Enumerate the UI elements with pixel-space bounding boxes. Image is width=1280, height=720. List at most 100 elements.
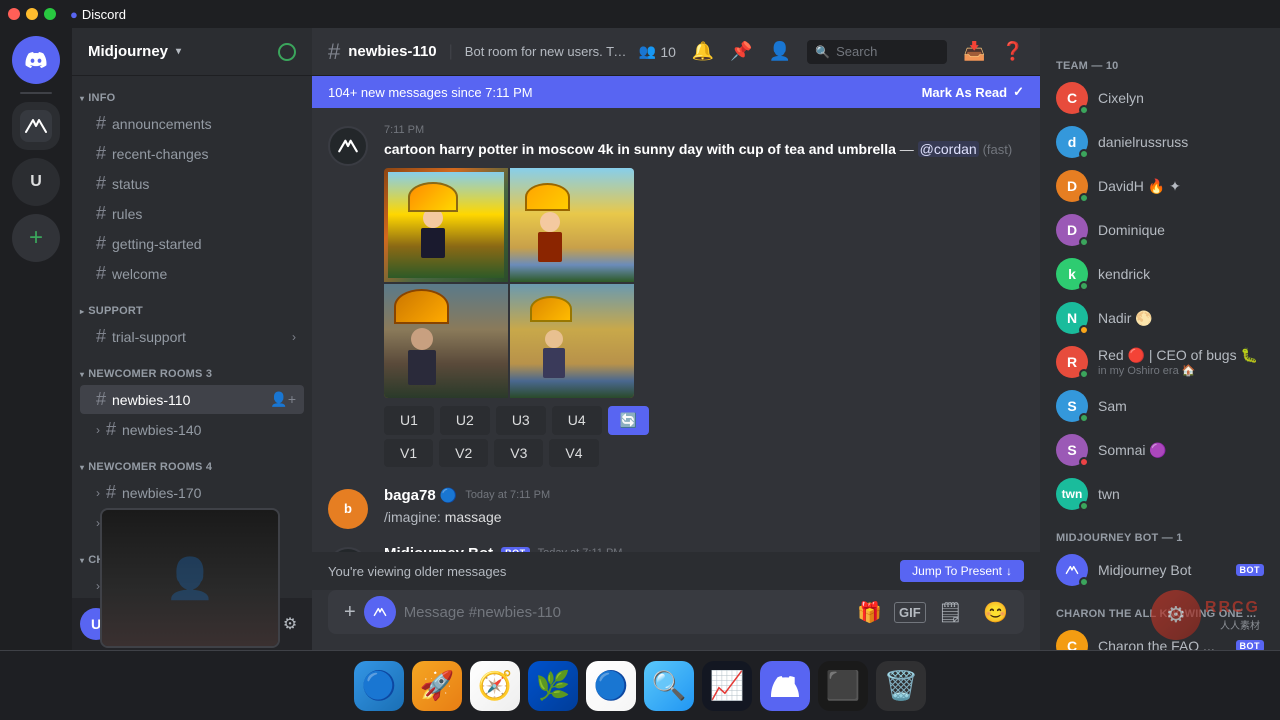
upscale-1-button[interactable]: U1 [384, 406, 434, 435]
image-cell-2[interactable] [510, 168, 634, 282]
minimize-button[interactable] [26, 8, 38, 20]
online-dot-sam [1079, 413, 1089, 423]
maximize-button[interactable] [44, 8, 56, 20]
dock-screen-recorder[interactable]: ⬛ [818, 661, 868, 711]
mark-as-read-button[interactable]: Mark As Read ✓ [922, 84, 1024, 100]
upscale-2-button[interactable]: U2 [440, 406, 490, 435]
server-icon-u[interactable]: U [12, 158, 60, 206]
category-newcomer-3[interactable]: ▾ NEWCOMER ROOMS 3 [72, 352, 312, 384]
refresh-button[interactable]: 🔄 [608, 406, 649, 435]
channel-welcome[interactable]: # welcome [80, 259, 304, 288]
upscale-4-button[interactable]: U4 [552, 406, 602, 435]
category-info-triangle: ▾ [80, 94, 84, 103]
channel-name-trial-support: trial-support [112, 329, 186, 345]
member-kendrick[interactable]: k kendrick [1048, 252, 1272, 296]
member-dominique[interactable]: D Dominique [1048, 208, 1272, 252]
channel-rules[interactable]: # rules [80, 199, 304, 228]
add-server-button[interactable]: + [12, 214, 60, 262]
member-count-label: 10 [660, 44, 676, 60]
sticker-icon[interactable]: 🗒 [930, 592, 971, 633]
dock-trash[interactable]: 🗑️ [876, 661, 926, 711]
member-danielrussruss[interactable]: d danielrussruss [1048, 120, 1272, 164]
member-twn[interactable]: twn twn [1048, 472, 1272, 516]
input-action-buttons: 🎁 GIF 🗒 😊 [849, 592, 1016, 633]
upscale-3-button[interactable]: U3 [496, 406, 546, 435]
dock-launchpad[interactable]: 🚀 [412, 661, 462, 711]
channel-name-newbies-170: newbies-170 [122, 485, 201, 501]
settings-button[interactable]: ⚙ [276, 610, 304, 638]
online-dot-mj-bot [1079, 577, 1089, 587]
member-cixelyn[interactable]: C Cixelyn [1048, 76, 1272, 120]
server-name-header[interactable]: Midjourney ▾ [72, 28, 312, 76]
dock-finder[interactable]: 🔵 [354, 661, 404, 711]
channel-newbies-140[interactable]: › # newbies-140 [80, 415, 304, 444]
close-button[interactable] [8, 8, 20, 20]
member-sam[interactable]: S Sam [1048, 384, 1272, 428]
dock-tradingview[interactable]: 📈 [702, 661, 752, 711]
arrow-right-icon: › [96, 423, 100, 437]
category-info[interactable]: ▾ INFO [72, 76, 312, 108]
category-newcomer4-triangle: ▾ [80, 463, 84, 472]
dock-search[interactable]: 🔍 [644, 661, 694, 711]
add-user-icon[interactable]: 👤+ [270, 391, 296, 408]
variation-1-button[interactable]: V1 [384, 439, 433, 467]
image-cell-4[interactable] [510, 284, 634, 398]
header-actions: 👥 10 🔔 📌 👤 🔍 📥 ❓ [639, 40, 1024, 64]
jump-to-present-button[interactable]: Jump To Present ↓ [900, 560, 1024, 582]
variation-4-button[interactable]: V4 [549, 439, 598, 467]
member-midjourney-bot[interactable]: Midjourney Bot BOT [1048, 548, 1272, 592]
channel-name-welcome: welcome [112, 266, 167, 282]
add-attachment-button[interactable]: + [336, 593, 364, 632]
discord-home-button[interactable] [12, 36, 60, 84]
category-newcomer3-label: NEWCOMER ROOMS 3 [88, 368, 212, 380]
inbox-icon[interactable]: 📥 [963, 41, 985, 62]
messages-area[interactable]: 7:11 PM cartoon harry potter in moscow 4… [312, 108, 1040, 552]
image-cell-3[interactable] [384, 284, 508, 398]
channel-getting-started[interactable]: # getting-started [80, 229, 304, 258]
member-nadir[interactable]: N Nadir 🌕 [1048, 296, 1272, 340]
message-input-box: + 🎁 GIF 🗒 😊 [328, 590, 1024, 634]
channel-status[interactable]: # status [80, 169, 304, 198]
message-time-2: Today at 7:11 PM [465, 489, 550, 501]
channel-recent-changes[interactable]: # recent-changes [80, 139, 304, 168]
search-input[interactable] [836, 44, 939, 59]
message-group-3: Midjourney Bot BOT Today at 7:11 PM an i… [328, 545, 1024, 552]
dock-sourcetree[interactable]: 🌿 [528, 661, 578, 711]
pin-icon[interactable]: 📌 [730, 41, 752, 62]
server-icon-midjourney[interactable] [12, 102, 60, 150]
gift-icon[interactable]: 🎁 [849, 592, 890, 633]
mention-1[interactable]: @cordan [918, 141, 979, 157]
member-name-twn: twn [1098, 486, 1264, 502]
notification-bell-icon[interactable]: 🔔 [692, 41, 714, 62]
image-cell-1[interactable] [384, 168, 508, 282]
message-content-3: Midjourney Bot BOT Today at 7:11 PM an i… [384, 545, 1024, 552]
variation-3-button[interactable]: V3 [494, 439, 543, 467]
member-name-red: Red 🔴 | CEO of bugs 🐛 [1098, 347, 1264, 364]
member-davidh[interactable]: D DavidH 🔥 ✦ [1048, 164, 1272, 208]
category-newcomer-4[interactable]: ▾ NEWCOMER ROOMS 4 [72, 445, 312, 477]
channel-announcements[interactable]: # announcements [80, 109, 304, 138]
category-info-label: INFO [88, 92, 115, 104]
channel-trial-support[interactable]: # trial-support › [80, 322, 304, 351]
gif-button[interactable]: GIF [894, 602, 926, 623]
member-red[interactable]: R Red 🔴 | CEO of bugs 🐛 in my Oshiro era… [1048, 340, 1272, 384]
emoji-icon[interactable]: 😊 [975, 592, 1016, 633]
message-input-field[interactable] [400, 596, 849, 629]
dock-discord[interactable] [760, 661, 810, 711]
channel-newbies-170[interactable]: › # newbies-170 [80, 478, 304, 507]
help-icon[interactable]: ❓ [1002, 41, 1024, 62]
channel-name-recent-changes: recent-changes [112, 146, 209, 162]
message-text-1: cartoon harry potter in moscow 4k in sun… [384, 140, 1024, 160]
member-somnai[interactable]: S Somnai 🟣 [1048, 428, 1272, 472]
search-box[interactable]: 🔍 [807, 40, 947, 64]
members-panel-icon[interactable]: 👤 [769, 41, 791, 62]
category-support[interactable]: ▸ SUPPORT [72, 289, 312, 321]
variation-2-button[interactable]: V2 [439, 439, 488, 467]
message-meta-1: 7:11 PM [384, 124, 1024, 136]
dock-chrome[interactable]: 🔵 [586, 661, 636, 711]
dock-safari[interactable]: 🧭 [470, 661, 520, 711]
message-group-2: b baga78 🔵 Today at 7:11 PM /imagine: ma… [328, 487, 1024, 529]
avatar-danielrussruss: d [1056, 126, 1088, 158]
search-icon: 🔍 [815, 45, 830, 59]
channel-newbies-110[interactable]: # newbies-110 👤+ [80, 385, 304, 414]
